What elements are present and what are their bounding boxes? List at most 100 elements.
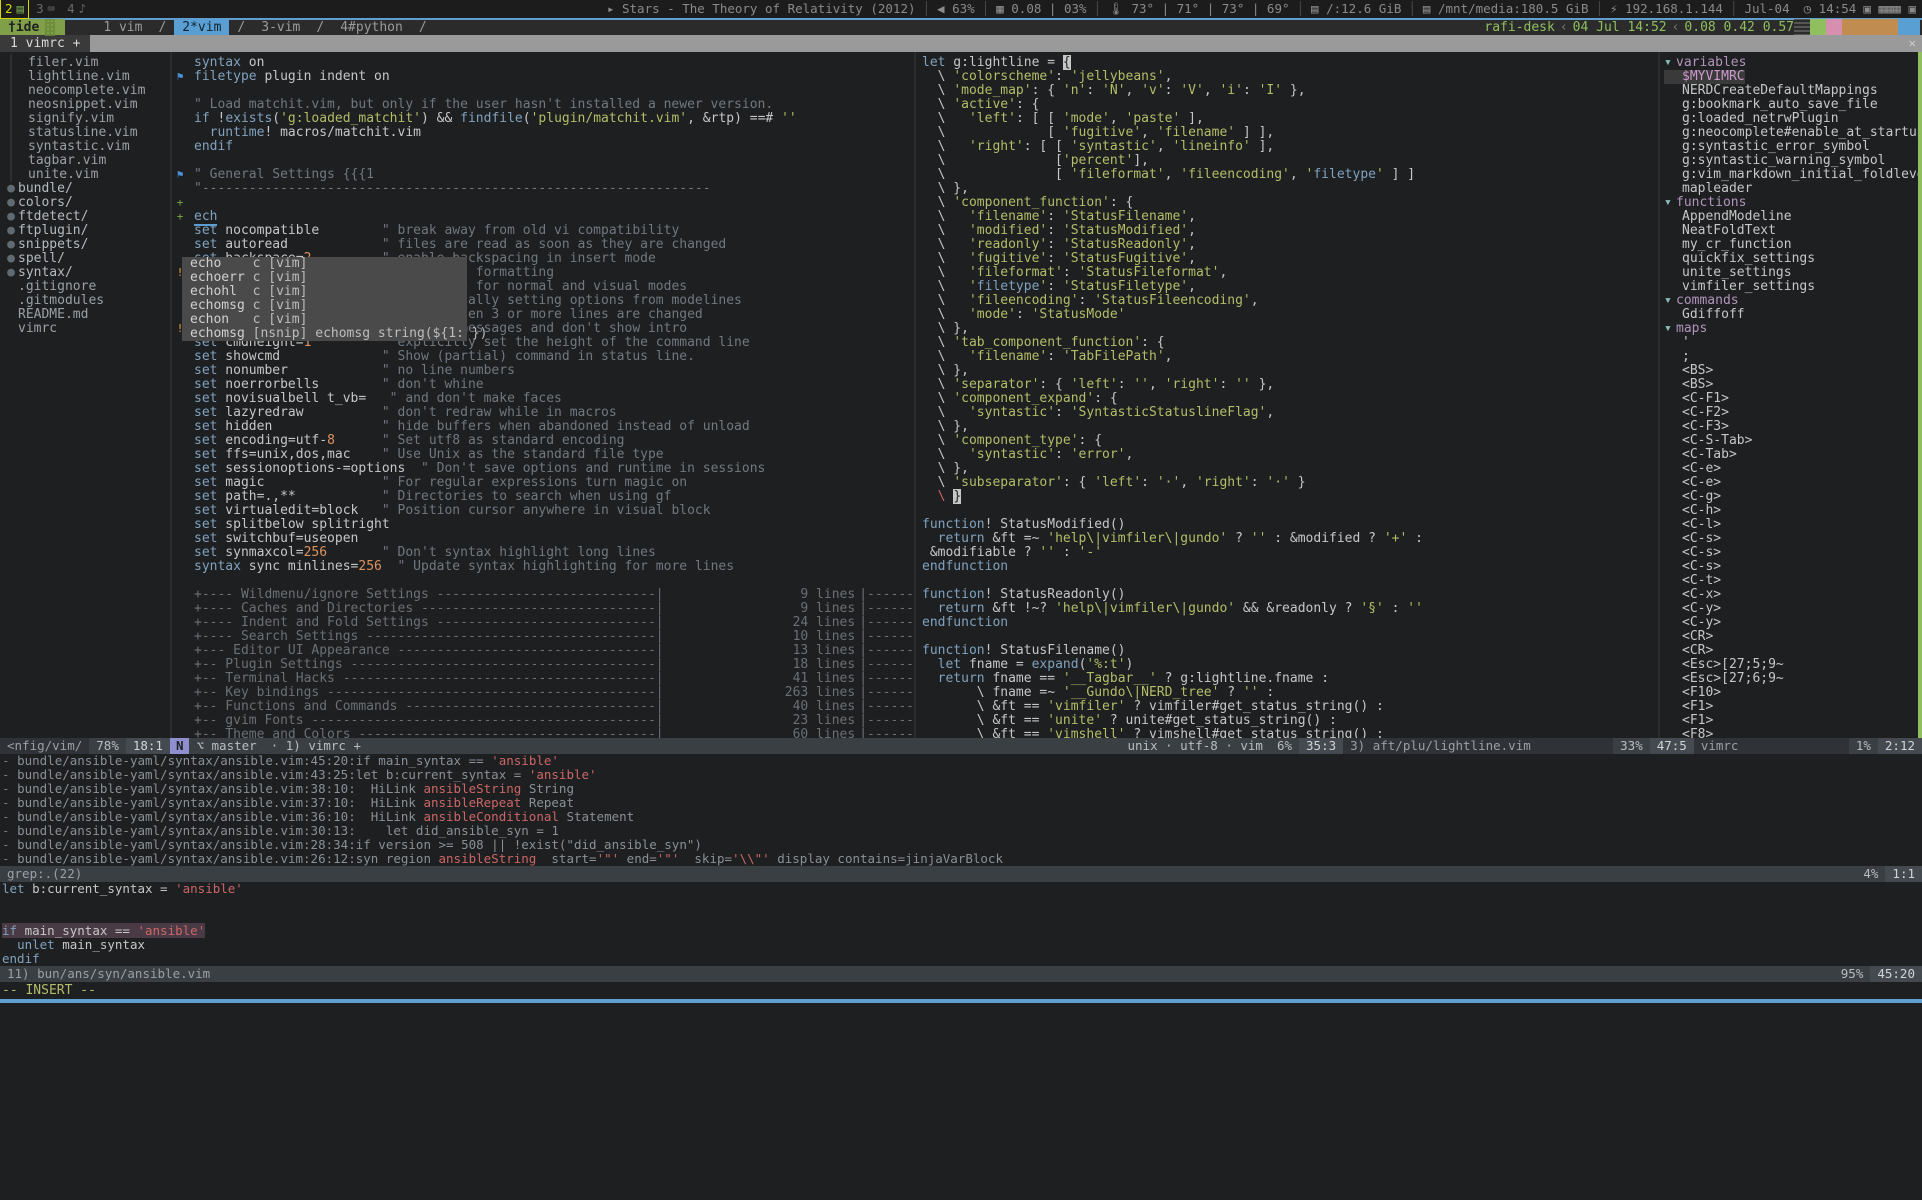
code-line[interactable]: \ }, <box>916 420 1658 434</box>
code-line[interactable]: set novisualbell t_vb= " and don't make … <box>172 392 914 406</box>
tagbar-tag[interactable]: <C-F3> <box>1660 420 1922 434</box>
code-line[interactable]: \ 'syntastic': 'SyntasticStatuslineFlag'… <box>916 406 1658 420</box>
code-line[interactable]: &modifiable ? '' : '-' <box>916 546 1658 560</box>
code-line[interactable]: +ech <box>172 210 914 224</box>
code-line[interactable]: if !exists('g:loaded_matchit') && findfi… <box>172 112 914 126</box>
filer-item[interactable]: │tagbar.vim <box>0 154 170 168</box>
autocomplete-item[interactable]: echomsg c [vim] <box>182 299 467 313</box>
tagbar-tag[interactable]: <C-Tab> <box>1660 448 1922 462</box>
code-line[interactable]: "---------------------------------------… <box>172 182 914 196</box>
code-line[interactable] <box>916 630 1658 644</box>
code-line[interactable]: \ &ft == 'vimfiler' ? vimfiler#get_statu… <box>916 700 1658 714</box>
fold-line[interactable]: +-- Key bindings -----------------------… <box>172 686 914 700</box>
tagbar-tag[interactable]: <F1> <box>1660 714 1922 728</box>
quickfix-list[interactable]: - bundle/ansible-yaml/syntax/ansible.vim… <box>0 754 1922 866</box>
tagbar-tag[interactable]: <C-F2> <box>1660 406 1922 420</box>
tagbar-tag[interactable]: <C-e> <box>1660 476 1922 490</box>
autocomplete-item[interactable]: echohl c [vim] <box>182 285 467 299</box>
quickfix-row[interactable]: - bundle/ansible-yaml/syntax/ansible.vim… <box>0 768 1922 782</box>
tagbar-tag[interactable]: mapleader <box>1660 182 1922 196</box>
tab-4-python[interactable]: 4#python <box>332 19 411 36</box>
code-line[interactable]: \ 'tab_component_function': { <box>916 336 1658 350</box>
code-line[interactable]: \ }, <box>916 462 1658 476</box>
code-line[interactable]: endfunction <box>916 616 1658 630</box>
code-line[interactable]: return fname == '__Tagbar__' ? g:lightli… <box>916 672 1658 686</box>
tagbar-section-header[interactable]: ▾commands <box>1660 294 1922 308</box>
tagbar-tag[interactable]: <C-F1> <box>1660 392 1922 406</box>
code-line[interactable]: \ 'component_expand': { <box>916 392 1658 406</box>
code-line[interactable]: ⚑filetype plugin indent on <box>172 70 914 84</box>
tagbar-tag[interactable]: <BS> <box>1660 378 1922 392</box>
code-line[interactable]: let fname = expand('%:t') <box>916 658 1658 672</box>
tab-1-vim[interactable]: 1 vim <box>95 19 150 36</box>
filer-item[interactable]: ●snippets/ <box>0 238 170 252</box>
fold-line[interactable]: +-- Theme and Colors -------------------… <box>172 728 914 738</box>
fold-line[interactable]: +-- Plugin Settings --------------------… <box>172 658 914 672</box>
code-line[interactable] <box>172 154 914 168</box>
tagbar-tag[interactable]: vimfiler_settings <box>1660 280 1922 294</box>
filer-item[interactable]: ●ftdetect/ <box>0 210 170 224</box>
code-line[interactable]: \ [ 'fileformat', 'fileencoding', 'filet… <box>916 168 1658 182</box>
code-line[interactable]: \ 'mode': 'StatusMode' <box>916 308 1658 322</box>
preview-line[interactable]: if main_syntax == 'ansible' <box>0 924 1922 938</box>
code-line[interactable]: runtime! macros/matchit.vim <box>172 126 914 140</box>
tagbar-tag[interactable]: <C-S-Tab> <box>1660 434 1922 448</box>
code-line[interactable]: set ffs=unix,dos,mac " Use Unix as the s… <box>172 448 914 462</box>
quickfix-row[interactable]: - bundle/ansible-yaml/syntax/ansible.vim… <box>0 810 1922 824</box>
code-line[interactable]: \ 'colorscheme': 'jellybeans', <box>916 70 1658 84</box>
tab-3-vim[interactable]: 3-vim <box>253 19 308 36</box>
tagbar-tag[interactable]: <C-x> <box>1660 588 1922 602</box>
code-line[interactable]: \ 'component_function': { <box>916 196 1658 210</box>
code-line[interactable]: set magic " For regular expressions turn… <box>172 476 914 490</box>
code-line[interactable]: \ &ft == 'vimshell' ? vimshell#get_statu… <box>916 728 1658 738</box>
quickfix-row[interactable]: - bundle/ansible-yaml/syntax/ansible.vim… <box>0 796 1922 810</box>
code-line[interactable]: + <box>172 196 914 210</box>
filer-item[interactable]: ●bundle/ <box>0 182 170 196</box>
fold-line[interactable]: +---- Indent and Fold Settings ---------… <box>172 616 914 630</box>
tagbar-tag[interactable]: <F1> <box>1660 700 1922 714</box>
code-line[interactable]: \ 'right': [ [ 'syntastic', 'lineinfo' ]… <box>916 140 1658 154</box>
tagbar-tag[interactable]: <CR> <box>1660 644 1922 658</box>
code-line[interactable]: \ 'readonly': 'StatusReadonly', <box>916 238 1658 252</box>
code-line[interactable]: \ }, <box>916 364 1658 378</box>
code-line[interactable]: \ 'fileformat': 'StatusFileformat', <box>916 266 1658 280</box>
code-line[interactable]: \ 'separator': { 'left': '', 'right': ''… <box>916 378 1658 392</box>
code-line[interactable]: return &ft =~ 'help\|vimfiler\|gundo' ? … <box>916 532 1658 546</box>
code-line[interactable]: set noerrorbells " don't whine <box>172 378 914 392</box>
code-line[interactable]: set virtualedit=block " Position cursor … <box>172 504 914 518</box>
tagbar-section-header[interactable]: ▾functions <box>1660 196 1922 210</box>
code-line[interactable]: set encoding=utf-8 " Set utf8 as standar… <box>172 434 914 448</box>
code-line[interactable]: \ 'component_type': { <box>916 434 1658 448</box>
filer-item[interactable]: vimrc <box>0 322 170 336</box>
autocomplete-popup[interactable]: echo c [vim]echoerr c [vim]echohl c [vim… <box>182 257 467 341</box>
tagbar-tag[interactable]: NERDCreateDefaultMappings <box>1660 84 1922 98</box>
tagbar-scrollbar[interactable] <box>1918 52 1922 738</box>
filer-item[interactable]: ●syntax/ <box>0 266 170 280</box>
tagbar-tag[interactable]: <C-h> <box>1660 504 1922 518</box>
tagbar-tag[interactable]: NeatFoldText <box>1660 224 1922 238</box>
code-line[interactable]: let g:lightline = { <box>916 56 1658 70</box>
code-line[interactable]: set path=.,** " Directories to search wh… <box>172 490 914 504</box>
tagbar-tag[interactable]: <C-y> <box>1660 616 1922 630</box>
code-line[interactable]: \ 'modified': 'StatusModified', <box>916 224 1658 238</box>
filer-item[interactable]: .gitignore <box>0 280 170 294</box>
code-line[interactable]: \ 'filename': 'StatusFilename', <box>916 210 1658 224</box>
workspace-button-3[interactable]: 3 ⌨ <box>31 0 60 18</box>
filer-item[interactable]: README.md <box>0 308 170 322</box>
autocomplete-item[interactable]: echomsg [nsnip] echomsg string(${1: }) <box>182 327 467 341</box>
code-line[interactable] <box>172 84 914 98</box>
preview-line[interactable] <box>0 910 1922 924</box>
preview-line[interactable] <box>0 896 1922 910</box>
tagbar-tag[interactable]: <C-s> <box>1660 560 1922 574</box>
quickfix-row[interactable]: - bundle/ansible-yaml/syntax/ansible.vim… <box>0 754 1922 768</box>
preview-line[interactable]: unlet main_syntax <box>0 938 1922 952</box>
code-line[interactable]: set lazyredraw " don't redraw while in m… <box>172 406 914 420</box>
code-line[interactable]: \ 'left': [ [ 'mode', 'paste' ], <box>916 112 1658 126</box>
code-line[interactable]: \ }, <box>916 322 1658 336</box>
fold-line[interactable]: +-- gvim Fonts -------------------------… <box>172 714 914 728</box>
quickfix-row[interactable]: - bundle/ansible-yaml/syntax/ansible.vim… <box>0 782 1922 796</box>
fold-line[interactable]: +---- Caches and Directories -----------… <box>172 602 914 616</box>
code-line[interactable]: \ 'filetype': 'StatusFiletype', <box>916 280 1658 294</box>
tagbar-pane[interactable]: ▾variables$MYVIMRCNERDCreateDefaultMappi… <box>1660 52 1922 738</box>
filer-item[interactable]: .gitmodules <box>0 294 170 308</box>
